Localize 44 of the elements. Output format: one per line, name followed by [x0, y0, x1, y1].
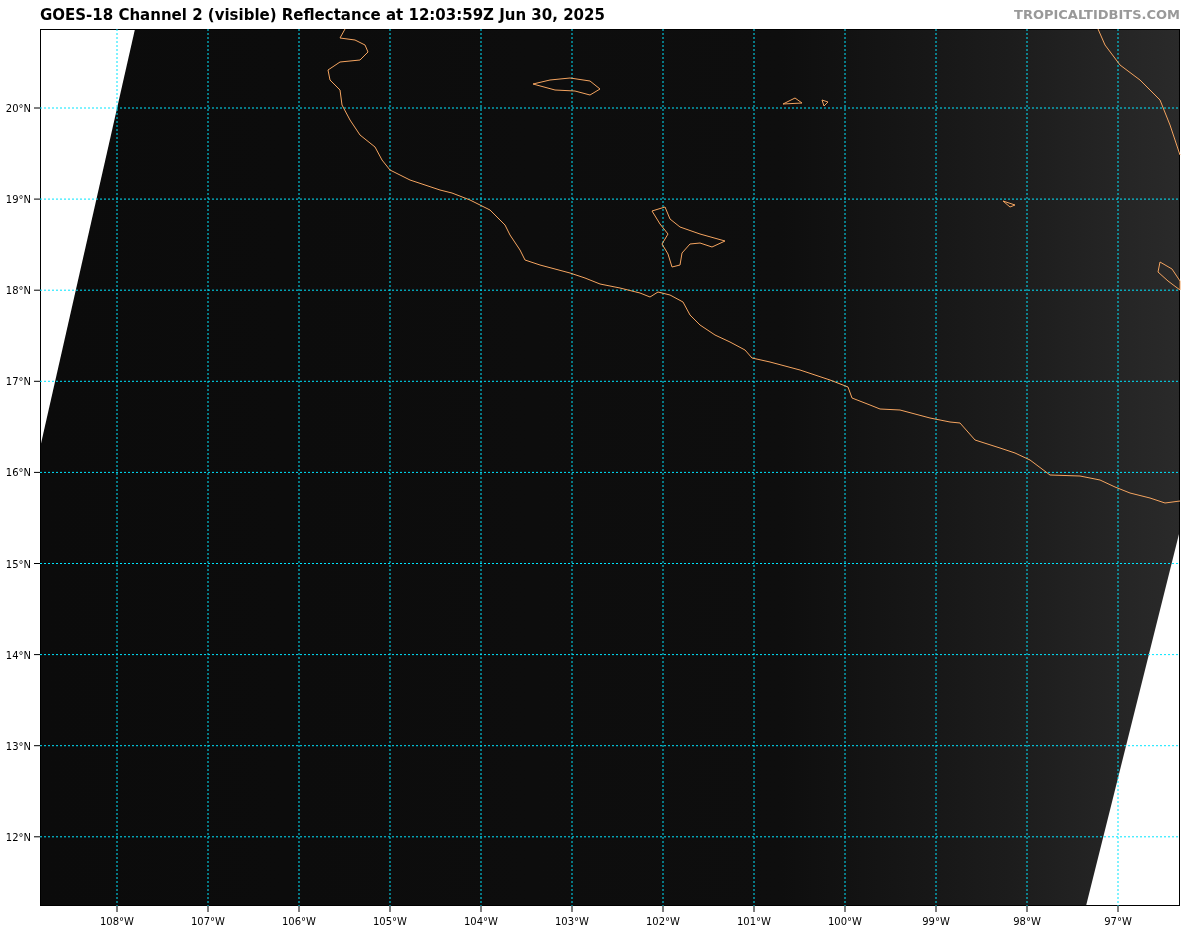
longitude-label: 103°W [555, 916, 589, 927]
tick-mark [480, 905, 482, 913]
longitude-label: 107°W [191, 916, 225, 927]
site-credit: TROPICALTIDBITS.COM [1014, 7, 1180, 22]
latitude-label: 19°N [5, 194, 31, 206]
plot-title: GOES-18 Channel 2 (visible) Reflectance at 12:03:59Z Jun 30, 2025 [40, 5, 605, 24]
longitude-label: 102°W [646, 916, 680, 927]
tick-mark [33, 380, 41, 382]
latitude-label: 16°N [5, 467, 31, 479]
tick-mark [33, 836, 41, 838]
tick-mark [33, 107, 41, 109]
tick-mark [33, 471, 41, 473]
tick-mark [33, 198, 41, 200]
tick-mark [844, 905, 846, 913]
tick-mark [935, 905, 937, 913]
tick-mark [389, 905, 391, 913]
tick-mark [571, 905, 573, 913]
longitude-label: 100°W [828, 916, 862, 927]
longitude-label: 104°W [464, 916, 498, 927]
longitude-label: 97°W [1104, 916, 1132, 927]
tick-mark [753, 905, 755, 913]
latitude-label: 17°N [5, 376, 31, 388]
longitude-label: 106°W [282, 916, 316, 927]
tick-mark [33, 654, 41, 656]
latitude-label: 13°N [5, 740, 31, 752]
longitude-label: 98°W [1013, 916, 1041, 927]
longitude-label: 108°W [100, 916, 134, 927]
longitude-label: 105°W [373, 916, 407, 927]
longitude-label: 99°W [922, 916, 950, 927]
tick-mark [33, 289, 41, 291]
tick-mark [207, 905, 209, 913]
tick-mark [1117, 905, 1119, 913]
tick-mark [1026, 905, 1028, 913]
latitude-label: 18°N [5, 285, 31, 297]
tick-mark [662, 905, 664, 913]
latitude-label: 12°N [5, 831, 31, 843]
longitude-label: 101°W [737, 916, 771, 927]
tick-mark [33, 745, 41, 747]
latitude-label: 15°N [5, 558, 31, 570]
latitude-label: 14°N [5, 649, 31, 661]
latitude-label: 20°N [5, 103, 31, 114]
tick-mark [298, 905, 300, 913]
tick-mark [33, 563, 41, 564]
tick-mark [116, 905, 118, 913]
